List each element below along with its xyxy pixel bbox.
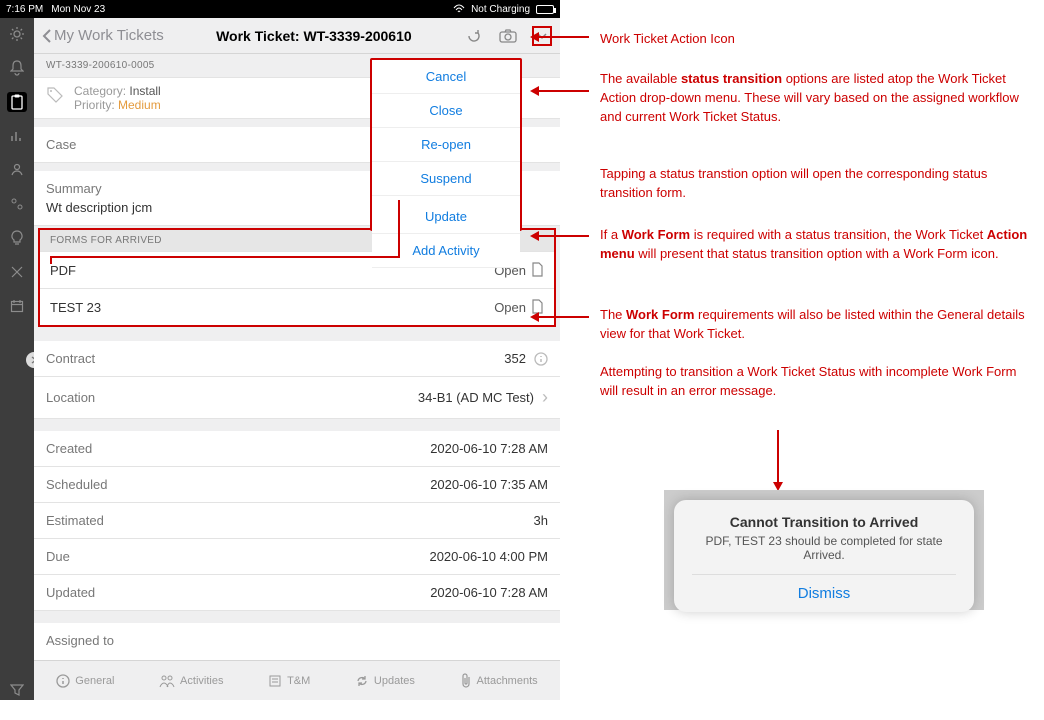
back-button[interactable]: My Work Tickets (42, 27, 164, 44)
error-alert: Cannot Transition to Arrived PDF, TEST 2… (674, 500, 974, 612)
detail-label: Due (46, 549, 70, 564)
detail-row: Updated 2020-06-10 7:28 AM (34, 575, 560, 611)
form-row-test23[interactable]: TEST 23 Open (40, 288, 554, 325)
clipboard-icon[interactable] (7, 92, 27, 112)
priority-value: Medium (118, 98, 161, 112)
form-open-label: Open (494, 300, 526, 315)
priority-key: Priority: (74, 98, 115, 112)
tab-attachments[interactable]: Attachments (460, 673, 538, 689)
document-icon (530, 262, 544, 278)
tag-icon (46, 86, 64, 104)
status-bar: 7:16 PM Mon Nov 23 Not Charging (0, 0, 560, 18)
detail-label: Location (46, 390, 95, 405)
alert-dismiss-button[interactable]: Dismiss (692, 574, 956, 612)
detail-value: 2020-06-10 7:28 AM (430, 441, 548, 456)
detail-label: Assigned to (46, 633, 114, 648)
tab-label: Updates (374, 675, 415, 687)
annotation-error: Attempting to transition a Work Ticket S… (600, 363, 1030, 401)
arrow-icon (530, 231, 539, 241)
page-title: Work Ticket: WT-3339-200610 (164, 28, 464, 44)
annotation-status-transition: The available status transition options … (600, 70, 1030, 127)
bulb-icon[interactable] (7, 228, 27, 248)
form-name: PDF (50, 263, 76, 278)
menu-cancel[interactable]: Cancel (372, 60, 520, 94)
chevron-right-icon: › (542, 387, 548, 408)
annotation-work-form-list: The Work Form requirements will also be … (600, 306, 1030, 344)
refresh-icon[interactable] (464, 26, 484, 46)
tab-activities[interactable]: Activities (159, 674, 223, 688)
alert-title: Cannot Transition to Arrived (692, 514, 956, 530)
summary-value: Wt description jcm (46, 200, 152, 215)
menu-reopen[interactable]: Re-open (372, 128, 520, 162)
menu-suspend[interactable]: Suspend (372, 162, 520, 196)
detail-row[interactable]: Location 34-B1 (AD MC Test) › (34, 377, 560, 419)
detail-value: 2020-06-10 7:28 AM (430, 585, 548, 600)
tools-icon[interactable] (7, 262, 27, 282)
detail-label: Created (46, 441, 92, 456)
menu-update[interactable]: Update (372, 200, 520, 234)
bottom-tabbar: General Activities T&M Updates Attachmen… (34, 660, 560, 700)
tab-label: Activities (180, 675, 223, 687)
detail-row: Estimated 3h (34, 503, 560, 539)
detail-label: Estimated (46, 513, 104, 528)
detail-row: Assigned to (34, 623, 560, 658)
calendar-icon[interactable] (7, 296, 27, 316)
arrow-icon (530, 86, 539, 96)
wifi-icon (453, 4, 465, 14)
person-pin-icon[interactable] (7, 160, 27, 180)
device-frame: 7:16 PM Mon Nov 23 Not Charging My (0, 0, 560, 700)
detail-row: Contract 352 (34, 341, 560, 377)
gear-icon[interactable] (7, 24, 27, 44)
status-charge: Not Charging (471, 4, 530, 15)
detail-value: 34-B1 (AD MC Test) (418, 390, 534, 405)
detail-label: Scheduled (46, 477, 107, 492)
gears-icon[interactable] (7, 194, 27, 214)
arrow-icon (530, 312, 539, 322)
tab-label: General (75, 675, 114, 687)
menu-add-activity[interactable]: Add Activity (372, 234, 520, 268)
tab-label: Attachments (477, 675, 538, 687)
form-name: TEST 23 (50, 300, 101, 315)
info-icon[interactable] (534, 352, 548, 366)
detail-row: Scheduled 2020-06-10 7:35 AM (34, 467, 560, 503)
summary-label: Summary (46, 181, 102, 196)
case-label: Case (46, 137, 76, 152)
category-value: Install (129, 84, 160, 98)
tab-label: T&M (287, 675, 310, 687)
bell-icon[interactable] (7, 58, 27, 78)
camera-icon[interactable] (498, 26, 518, 46)
topbar: My Work Tickets Work Ticket: WT-3339-200… (34, 18, 560, 54)
tab-updates[interactable]: Updates (355, 674, 415, 688)
detail-value: 2020-06-10 4:00 PM (429, 549, 548, 564)
annotation-work-form-menu: If a Work Form is required with a status… (600, 226, 1030, 264)
back-label: My Work Tickets (54, 27, 164, 44)
menu-close[interactable]: Close (372, 94, 520, 128)
annotation-tap-option: Tapping a status transtion option will o… (600, 165, 1030, 203)
annotation-action-icon: Work Ticket Action Icon (600, 30, 1030, 49)
chart-icon[interactable] (7, 126, 27, 146)
detail-value: 2020-06-10 7:35 AM (430, 477, 548, 492)
detail-label: Updated (46, 585, 95, 600)
detail-row: Created 2020-06-10 7:28 AM (34, 431, 560, 467)
tab-general[interactable]: General (56, 674, 114, 688)
detail-row: Due 2020-06-10 4:00 PM (34, 539, 560, 575)
detail-value: 352 (504, 351, 526, 366)
detail-label: Contract (46, 351, 95, 366)
detail-value: 3h (534, 513, 548, 528)
status-time: 7:16 PM (6, 4, 43, 15)
status-date: Mon Nov 23 (51, 4, 105, 15)
alert-body: PDF, TEST 23 should be completed for sta… (692, 534, 956, 562)
arrow-icon (530, 32, 539, 42)
tab-tm[interactable]: T&M (268, 674, 310, 688)
filter-icon[interactable] (7, 680, 27, 700)
category-key: Category: (74, 84, 126, 98)
battery-icon (536, 5, 554, 14)
